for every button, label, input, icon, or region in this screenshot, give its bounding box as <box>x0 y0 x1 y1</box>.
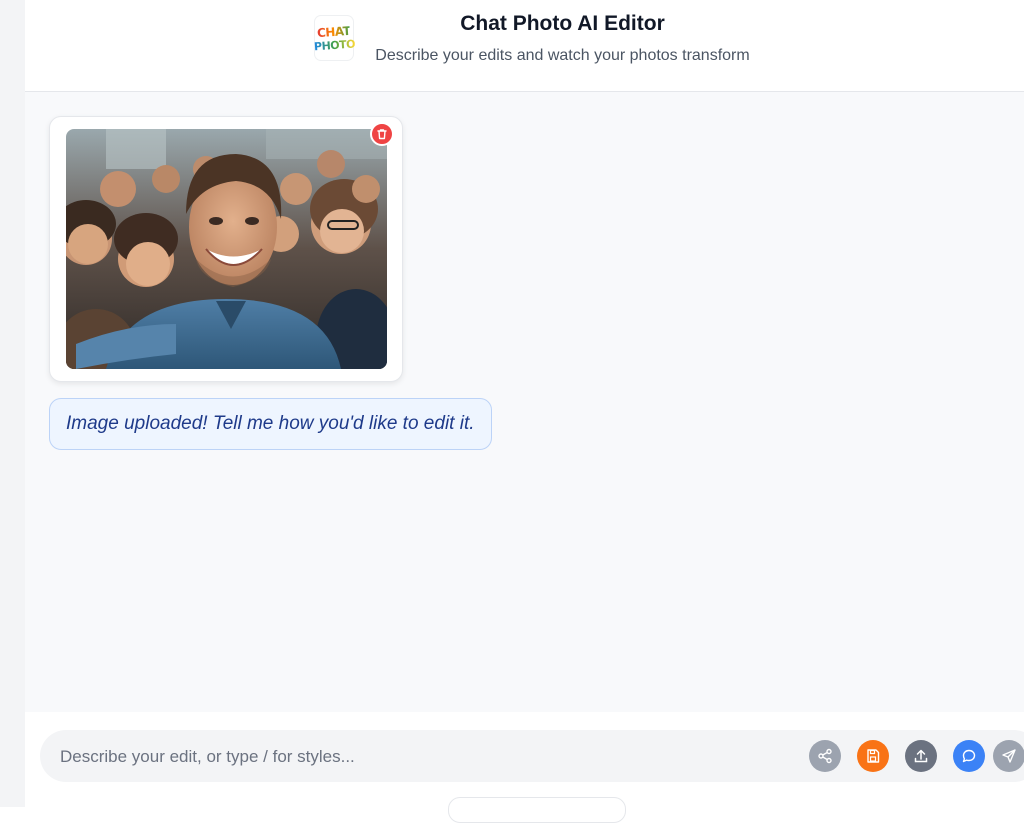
share-icon <box>818 748 832 764</box>
chat-bubble-icon <box>962 749 976 763</box>
uploaded-photo[interactable] <box>66 129 387 369</box>
chat-area: Image uploaded! Tell me how you'd like t… <box>25 92 1024 712</box>
edit-prompt-input[interactable] <box>58 730 782 784</box>
composer-bar <box>40 730 1024 784</box>
upload-icon <box>914 749 928 763</box>
delete-image-button[interactable] <box>370 122 394 146</box>
save-button[interactable] <box>857 740 889 772</box>
save-icon <box>867 749 880 763</box>
trash-icon <box>377 129 387 140</box>
share-button[interactable] <box>809 740 841 772</box>
logo-text-top: CHAT <box>316 23 352 40</box>
uploaded-image-card <box>49 116 403 382</box>
bottom-pill-button[interactable] <box>448 797 626 823</box>
page-subtitle: Describe your edits and watch your photo… <box>375 47 750 64</box>
chat-mode-button[interactable] <box>953 740 985 772</box>
send-icon <box>1002 749 1016 763</box>
app-header: CHAT PHOTO Chat Photo AI Editor Describe… <box>25 4 1024 92</box>
page-title: Chat Photo AI Editor <box>460 12 665 35</box>
left-margin <box>0 0 25 807</box>
upload-button[interactable] <box>905 740 937 772</box>
send-button[interactable] <box>993 740 1024 772</box>
composer-area <box>25 712 1024 823</box>
assistant-message: Image uploaded! Tell me how you'd like t… <box>49 398 492 450</box>
